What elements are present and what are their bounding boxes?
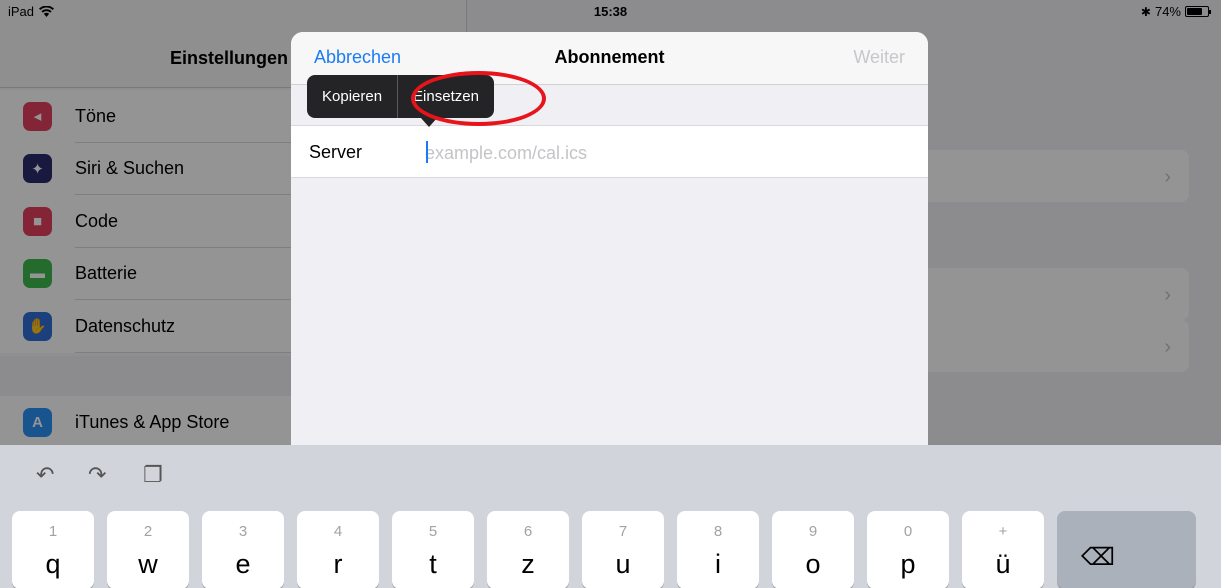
key-number: 3 xyxy=(238,523,248,540)
key-i[interactable]: 8i xyxy=(677,511,759,588)
key-letter: p xyxy=(900,549,916,579)
server-row: Server xyxy=(291,125,928,178)
key-t[interactable]: 5t xyxy=(392,511,474,588)
key-ue[interactable]: + ü xyxy=(962,511,1044,588)
next-button[interactable]: Weiter xyxy=(853,47,905,68)
key-u[interactable]: 7u xyxy=(582,511,664,588)
key-number: 0 xyxy=(903,523,913,540)
key-e[interactable]: 3e xyxy=(202,511,284,588)
paste-icon[interactable]: ❐ xyxy=(143,462,163,488)
key-w[interactable]: 2w xyxy=(107,511,189,588)
key-letter: ü xyxy=(995,549,1011,579)
key-letter: t xyxy=(429,549,437,579)
key-letter: e xyxy=(235,549,251,579)
key-p[interactable]: 0p xyxy=(867,511,949,588)
battery-indicator-icon xyxy=(1185,6,1211,17)
key-number: 1 xyxy=(48,523,58,540)
key-letter: w xyxy=(138,549,158,579)
keyboard: ↶ ↷ ❐ 1q 2w 3e 4r 5t 6z 7u 8i 9o 0p + ü ⌫ xyxy=(0,445,1221,588)
key-letter: i xyxy=(715,549,721,579)
key-letter: r xyxy=(333,549,343,579)
key-r[interactable]: 4r xyxy=(297,511,379,588)
key-number: 8 xyxy=(713,523,723,540)
key-number: 4 xyxy=(333,523,343,540)
key-number: 6 xyxy=(523,523,533,540)
key-number: 5 xyxy=(428,523,438,540)
key-q[interactable]: 1q xyxy=(12,511,94,588)
key-number: 2 xyxy=(143,523,153,540)
text-caret xyxy=(426,141,428,163)
key-letter: u xyxy=(615,549,631,579)
clock: 15:38 xyxy=(593,4,628,19)
battery-percent: 74% xyxy=(1154,4,1181,19)
key-number: + xyxy=(998,523,1008,540)
keyboard-row: 1q 2w 3e 4r 5t 6z 7u 8i 9o 0p + ü ⌫ xyxy=(12,511,1196,588)
key-o[interactable]: 9o xyxy=(772,511,854,588)
highlight-circle xyxy=(411,71,546,126)
key-number: 7 xyxy=(618,523,628,540)
server-input[interactable] xyxy=(425,140,905,166)
key-letter: q xyxy=(45,549,61,579)
bluetooth-icon: ✱ xyxy=(1140,4,1151,19)
copy-menu-item[interactable]: Kopieren xyxy=(307,75,397,118)
sheet-title: Abonnement xyxy=(554,47,665,67)
server-label: Server xyxy=(309,142,363,162)
delete-key[interactable]: ⌫ xyxy=(1057,511,1196,588)
key-letter: z xyxy=(521,549,535,579)
delete-icon: ⌫ xyxy=(1081,544,1115,571)
key-number: 9 xyxy=(808,523,818,540)
undo-icon[interactable]: ↶ xyxy=(36,462,54,488)
key-letter: o xyxy=(805,549,821,579)
key-z[interactable]: 6z xyxy=(487,511,569,588)
status-bar: iPad 15:38 ✱ 74% xyxy=(0,0,1221,22)
redo-icon[interactable]: ↷ xyxy=(88,462,106,488)
